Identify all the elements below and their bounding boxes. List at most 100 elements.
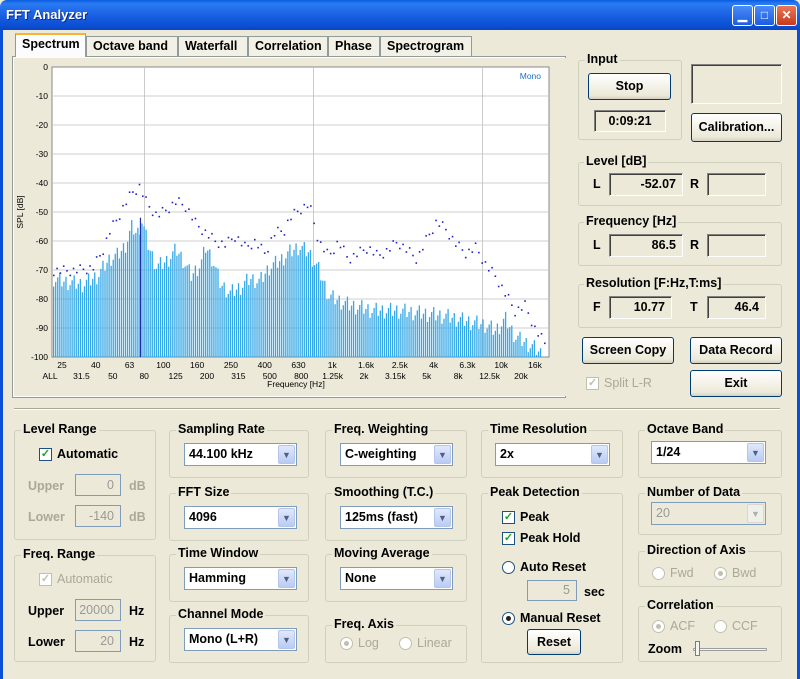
spectrum-bar xyxy=(81,292,84,357)
direction-bwd-radio[interactable] xyxy=(714,567,727,580)
freq-axis-log-radio[interactable] xyxy=(340,637,353,650)
reset-button[interactable]: Reset xyxy=(527,629,581,655)
frequency-group-label: Frequency [Hz] xyxy=(584,214,679,228)
peak-point xyxy=(204,229,207,232)
spectrum-bar xyxy=(205,252,207,357)
channel-mode-value: Mono (L+R) xyxy=(189,632,259,646)
fft-size-select[interactable]: 4096 ▼ xyxy=(184,506,297,529)
peak-point xyxy=(306,206,309,209)
spectrum-bar xyxy=(472,325,474,357)
close-button[interactable]: ✕ xyxy=(776,5,797,26)
peak-point xyxy=(244,241,246,244)
spectrum-bar xyxy=(391,315,394,357)
time-window-value: Hamming xyxy=(189,571,246,585)
peak-point xyxy=(468,248,470,251)
minimize-button[interactable]: ▁ xyxy=(732,5,753,26)
spectrum-bar xyxy=(129,230,131,357)
freq-axis-linear-radio[interactable] xyxy=(399,637,412,650)
spectrum-bar xyxy=(334,304,336,357)
spectrum-bar xyxy=(428,317,431,357)
x-tick-label-bottom: 125 xyxy=(169,371,183,381)
spectrum-bar xyxy=(322,280,324,357)
level-automatic-checkbox[interactable]: ✓ xyxy=(39,448,52,461)
tab-phase[interactable]: Phase xyxy=(328,36,380,56)
freq-upper-input[interactable]: 20000 xyxy=(75,599,121,621)
spectrum-bar xyxy=(155,268,158,357)
spectrum-bar xyxy=(496,323,499,357)
direction-fwd-label: Fwd xyxy=(670,566,694,580)
peak-point xyxy=(280,230,282,232)
sampling-rate-value: 44.100 kHz xyxy=(189,447,253,461)
moving-average-select[interactable]: None ▼ xyxy=(340,567,453,590)
number-of-data-select[interactable]: 20 ▼ xyxy=(651,502,766,525)
level-upper-input[interactable]: 0 xyxy=(75,474,121,496)
spectrum-bar xyxy=(313,265,316,357)
peak-point xyxy=(79,264,81,266)
x-tick-label-bottom: 50 xyxy=(108,371,118,381)
spectrum-bar xyxy=(135,232,137,357)
spectrum-bar xyxy=(441,323,443,357)
spectrum-bar xyxy=(418,305,420,357)
correlation-acf-radio[interactable] xyxy=(652,620,665,633)
level-lower-input[interactable]: -140 xyxy=(75,505,121,527)
x-tick-label-bottom: 3.15k xyxy=(385,371,407,381)
auto-reset-radio[interactable] xyxy=(502,561,515,574)
spectrum-bar xyxy=(198,268,201,357)
spectrum-bar xyxy=(124,252,127,357)
spectrum-bar xyxy=(332,290,334,357)
channel-mode-select[interactable]: Mono (L+R) ▼ xyxy=(184,628,297,651)
tab-waterfall[interactable]: Waterfall xyxy=(178,36,248,56)
screen-copy-button[interactable]: Screen Copy xyxy=(582,337,674,364)
octave-band-select[interactable]: 1/24 ▼ xyxy=(651,441,766,464)
direction-fwd-radio[interactable] xyxy=(652,567,665,580)
spectrum-bar xyxy=(352,300,355,357)
spectrum-bar xyxy=(200,259,203,357)
freq-weighting-value: C-weighting xyxy=(345,447,417,461)
tab-spectrogram[interactable]: Spectrogram xyxy=(380,36,472,56)
spectrum-chart[interactable]: 0 -10 -20 -30 -40 -50 -60 -70 -80 -90 -100 25 40 63 1… xyxy=(14,58,566,396)
zoom-slider-track[interactable] xyxy=(693,648,767,651)
manual-reset-radio[interactable] xyxy=(502,612,515,625)
spectrum-bar xyxy=(474,320,476,357)
auto-reset-seconds-input[interactable]: 5 xyxy=(527,580,577,601)
peak-point xyxy=(461,249,464,251)
sampling-rate-select[interactable]: 44.100 kHz ▼ xyxy=(184,443,297,466)
title-bar[interactable] xyxy=(0,0,800,30)
spectrum-bar xyxy=(387,307,390,357)
peak-point xyxy=(464,256,467,259)
spectrum-bar xyxy=(500,326,503,357)
stop-button[interactable]: Stop xyxy=(588,73,671,100)
maximize-button[interactable]: □ xyxy=(754,5,775,26)
smoothing-select[interactable]: 125ms (fast) ▼ xyxy=(340,506,453,529)
x-tick-label-bottom: 8k xyxy=(454,371,464,381)
freq-weighting-select[interactable]: C-weighting ▼ xyxy=(340,443,453,466)
tab-spectrum[interactable]: Spectrum xyxy=(15,33,86,57)
tab-correlation[interactable]: Correlation xyxy=(248,36,328,56)
y-tick-label: -100 xyxy=(31,352,48,362)
peak-point xyxy=(237,236,240,238)
spectrum-bar xyxy=(268,275,271,357)
spectrum-bar xyxy=(285,258,287,357)
spectrum-bar xyxy=(406,316,408,357)
time-window-select[interactable]: Hamming ▼ xyxy=(184,567,297,590)
freq-lower-input[interactable]: 20 xyxy=(75,630,121,652)
tab-octave-band[interactable]: Octave band xyxy=(86,36,178,56)
chevron-down-icon: ▼ xyxy=(747,504,764,523)
calibration-button[interactable]: Calibration... xyxy=(691,113,782,142)
peak-hold-checkbox[interactable]: ✓ xyxy=(502,532,515,545)
data-record-button[interactable]: Data Record xyxy=(690,337,782,364)
spectrum-bar xyxy=(92,278,94,357)
freq-automatic-checkbox[interactable]: ✓ xyxy=(39,573,52,586)
level-upper-label: Upper xyxy=(28,479,65,493)
time-resolution-select[interactable]: 2x ▼ xyxy=(495,443,610,466)
correlation-ccf-radio[interactable] xyxy=(714,620,727,633)
spectrum-bar xyxy=(165,256,168,357)
peak-point xyxy=(530,324,533,327)
zoom-slider-thumb[interactable] xyxy=(695,641,700,656)
x-tick-label-top: 40 xyxy=(91,360,101,370)
split-lr-checkbox[interactable]: ✓ xyxy=(586,377,599,390)
frequency-l-value: 86.5 xyxy=(609,234,683,257)
exit-button[interactable]: Exit xyxy=(690,370,782,397)
peak-point xyxy=(260,243,263,246)
peak-checkbox[interactable]: ✓ xyxy=(502,511,515,524)
